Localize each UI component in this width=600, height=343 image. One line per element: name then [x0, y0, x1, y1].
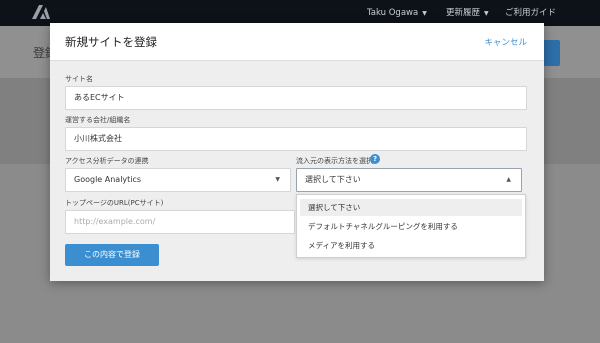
analytics-select[interactable]: Google Analytics ▼ [65, 168, 291, 192]
logo-icon[interactable] [32, 5, 50, 19]
site-name-input[interactable]: あるECサイト [65, 86, 527, 110]
guide-label: ご利用ガイド [505, 8, 557, 18]
top-url-input[interactable]: http://example.com/ [65, 210, 295, 234]
modal-header: 新規サイトを登録 キャンセル [50, 23, 544, 61]
traffic-display-select-value: 選択して下さい [305, 175, 361, 184]
company-input[interactable]: 小川株式会社 [65, 127, 527, 151]
user-name: Taku Ogawa [367, 8, 419, 18]
dropdown-option[interactable]: メディアを利用する [300, 237, 522, 254]
history-label: 更新履歴 [446, 8, 481, 18]
traffic-display-label: 流入元の表示方法を選択 [296, 157, 373, 165]
cancel-link[interactable]: キャンセル [484, 36, 527, 48]
dropdown-option[interactable]: 選択して下さい [300, 199, 522, 216]
site-name-label: サイト名 [65, 75, 93, 83]
analytics-label: アクセス分析データの連携 [65, 157, 149, 165]
traffic-display-dropdown: 選択して下さい デフォルトチャネルグルーピングを利用する メディアを利用する [296, 194, 526, 258]
company-label: 運営する会社/組織名 [65, 116, 131, 124]
caret-down-icon: ▼ [422, 10, 427, 17]
caret-down-icon: ▼ [275, 176, 280, 183]
dropdown-option[interactable]: デフォルトチャネルグルーピングを利用する [300, 218, 522, 235]
caret-down-icon: ▼ [484, 10, 489, 17]
top-url-label: トップページのURL(PCサイト) [65, 199, 164, 207]
traffic-display-select[interactable]: 選択して下さい ▲ [296, 168, 522, 192]
register-site-modal: 新規サイトを登録 キャンセル サイト名 あるECサイト 運営する会社/組織名 小… [50, 23, 544, 281]
caret-up-icon: ▲ [506, 176, 511, 183]
analytics-select-value: Google Analytics [74, 175, 142, 184]
modal-title: 新規サイトを登録 [65, 35, 157, 49]
help-icon[interactable]: ? [370, 154, 380, 164]
submit-button[interactable]: この内容で登録 [65, 244, 159, 266]
